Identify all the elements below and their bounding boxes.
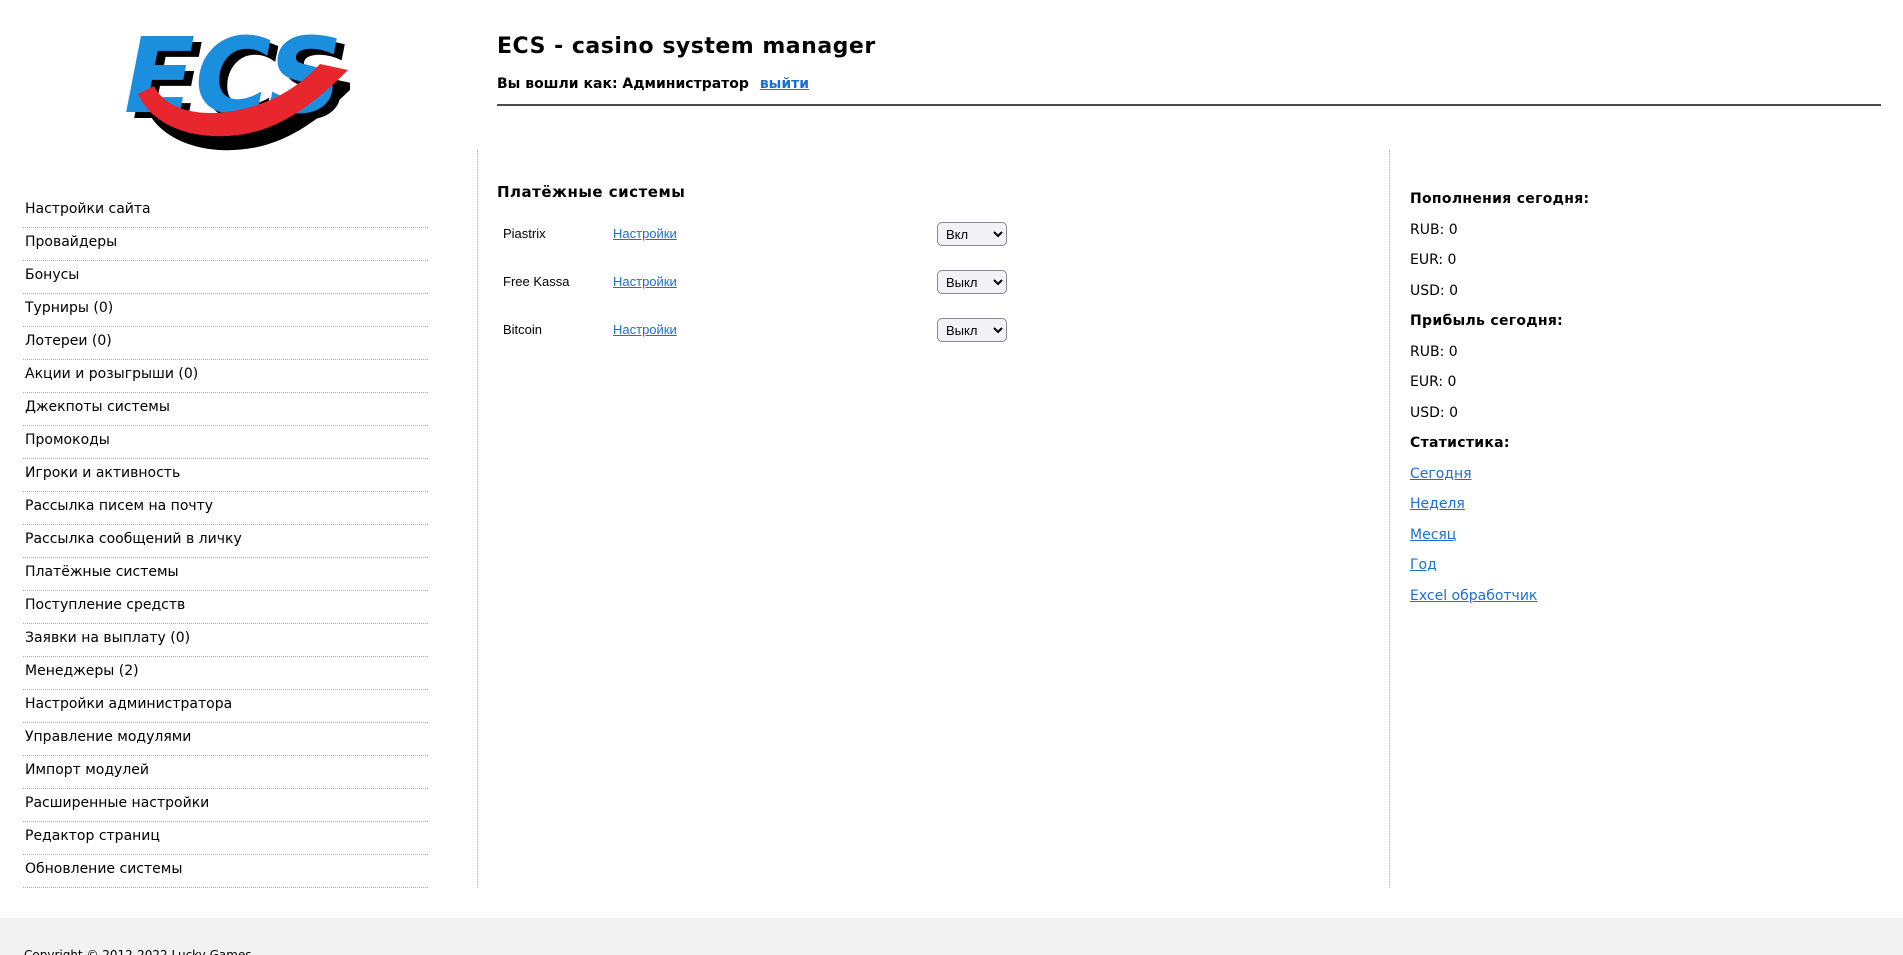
sidebar-item-pm-mailing[interactable]: Рассылка сообщений в личку [23, 525, 428, 558]
ecs-logo-graphic: ECS ECS [124, 15, 356, 151]
status-select-bitcoin[interactable]: Вкл Выкл [937, 318, 1007, 342]
sidebar-item-system-update[interactable]: Обновление системы [23, 855, 428, 888]
page-footer: Copyright © 2012-2022 Lucky Games [0, 918, 1903, 955]
sidebar-item-payment-systems[interactable]: Платёжные системы [23, 558, 428, 591]
copyright-text: Copyright © 2012-2022 Lucky Games [24, 948, 252, 955]
ecs-logo: ECS ECS [120, 14, 356, 159]
profit-heading: Прибыль сегодня: [1410, 313, 1564, 330]
sidebar-item-page-editor[interactable]: Редактор страниц [23, 822, 428, 855]
statistics-heading: Статистика: [1410, 435, 1510, 452]
login-status: Вы вошли как: Администратор выйти [497, 76, 809, 92]
sidebar-item-site-settings[interactable]: Настройки сайта [23, 195, 428, 228]
stats-link-year[interactable]: Год [1410, 557, 1437, 573]
stats-panel: Пополнения сегодня: RUB: 0 EUR: 0 USD: 0… [1410, 184, 1740, 611]
logout-link[interactable]: выйти [760, 76, 809, 92]
settings-link[interactable]: Настройки [613, 226, 677, 241]
status-select-freekassa[interactable]: Вкл Выкл [937, 270, 1007, 294]
main-stats-divider [1389, 150, 1390, 888]
payment-systems-section: Платёжные системы Piastrix Настройки Вкл… [497, 183, 1357, 366]
sidebar-item-module-management[interactable]: Управление модулями [23, 723, 428, 756]
payment-row-bitcoin: Bitcoin Настройки Вкл Выкл [497, 318, 1357, 342]
sidebar-item-tournaments[interactable]: Турниры (0) [23, 294, 428, 327]
stats-link-month[interactable]: Месяц [1410, 527, 1456, 543]
sidebar-main-divider [477, 150, 478, 888]
sidebar-item-payout-requests[interactable]: Заявки на выплату (0) [23, 624, 428, 657]
section-heading: Платёжные системы [497, 183, 686, 201]
settings-link[interactable]: Настройки [613, 274, 677, 289]
sidebar-item-promocodes[interactable]: Промокоды [23, 426, 428, 459]
sidebar-item-admin-settings[interactable]: Настройки администратора [23, 690, 428, 723]
sidebar-item-providers[interactable]: Провайдеры [23, 228, 428, 261]
deposits-rub: RUB: 0 [1410, 221, 1458, 238]
profit-usd: USD: 0 [1410, 404, 1458, 421]
sidebar-item-jackpots[interactable]: Джекпоты системы [23, 393, 428, 426]
sidebar-item-module-import[interactable]: Импорт модулей [23, 756, 428, 789]
sidebar-item-lotteries[interactable]: Лотереи (0) [23, 327, 428, 360]
sidebar-item-bonuses[interactable]: Бонусы [23, 261, 428, 294]
status-select-piastrix[interactable]: Вкл Выкл [937, 222, 1007, 246]
sidebar-item-email-mailing[interactable]: Рассылка писем на почту [23, 492, 428, 525]
payment-row-freekassa: Free Kassa Настройки Вкл Выкл [497, 270, 1357, 294]
payment-name: Piastrix [503, 226, 546, 241]
sidebar-menu: Настройки сайта Провайдеры Бонусы Турнир… [23, 195, 428, 888]
profit-eur: EUR: 0 [1410, 374, 1457, 391]
sidebar-item-incoming-funds[interactable]: Поступление средств [23, 591, 428, 624]
stats-link-excel[interactable]: Excel обработчик [1410, 588, 1537, 604]
login-label: Вы вошли как: Администратор [497, 76, 749, 92]
page-title: ECS - casino system manager [497, 34, 876, 59]
stats-link-week[interactable]: Неделя [1410, 496, 1465, 512]
sidebar-item-managers[interactable]: Менеджеры (2) [23, 657, 428, 690]
deposits-eur: EUR: 0 [1410, 252, 1457, 269]
payment-name: Bitcoin [503, 322, 543, 337]
deposits-usd: USD: 0 [1410, 282, 1458, 299]
payment-name: Free Kassa [503, 274, 570, 289]
payment-row-piastrix: Piastrix Настройки Вкл Выкл [497, 222, 1357, 246]
profit-rub: RUB: 0 [1410, 343, 1458, 360]
sidebar-item-players-activity[interactable]: Игроки и активность [23, 459, 428, 492]
stats-link-today[interactable]: Сегодня [1410, 466, 1472, 482]
sidebar-item-promotions[interactable]: Акции и розыгрыши (0) [23, 360, 428, 393]
sidebar-item-advanced-settings[interactable]: Расширенные настройки [23, 789, 428, 822]
settings-link[interactable]: Настройки [613, 322, 677, 337]
deposits-heading: Пополнения сегодня: [1410, 191, 1590, 208]
header-divider [497, 104, 1881, 106]
